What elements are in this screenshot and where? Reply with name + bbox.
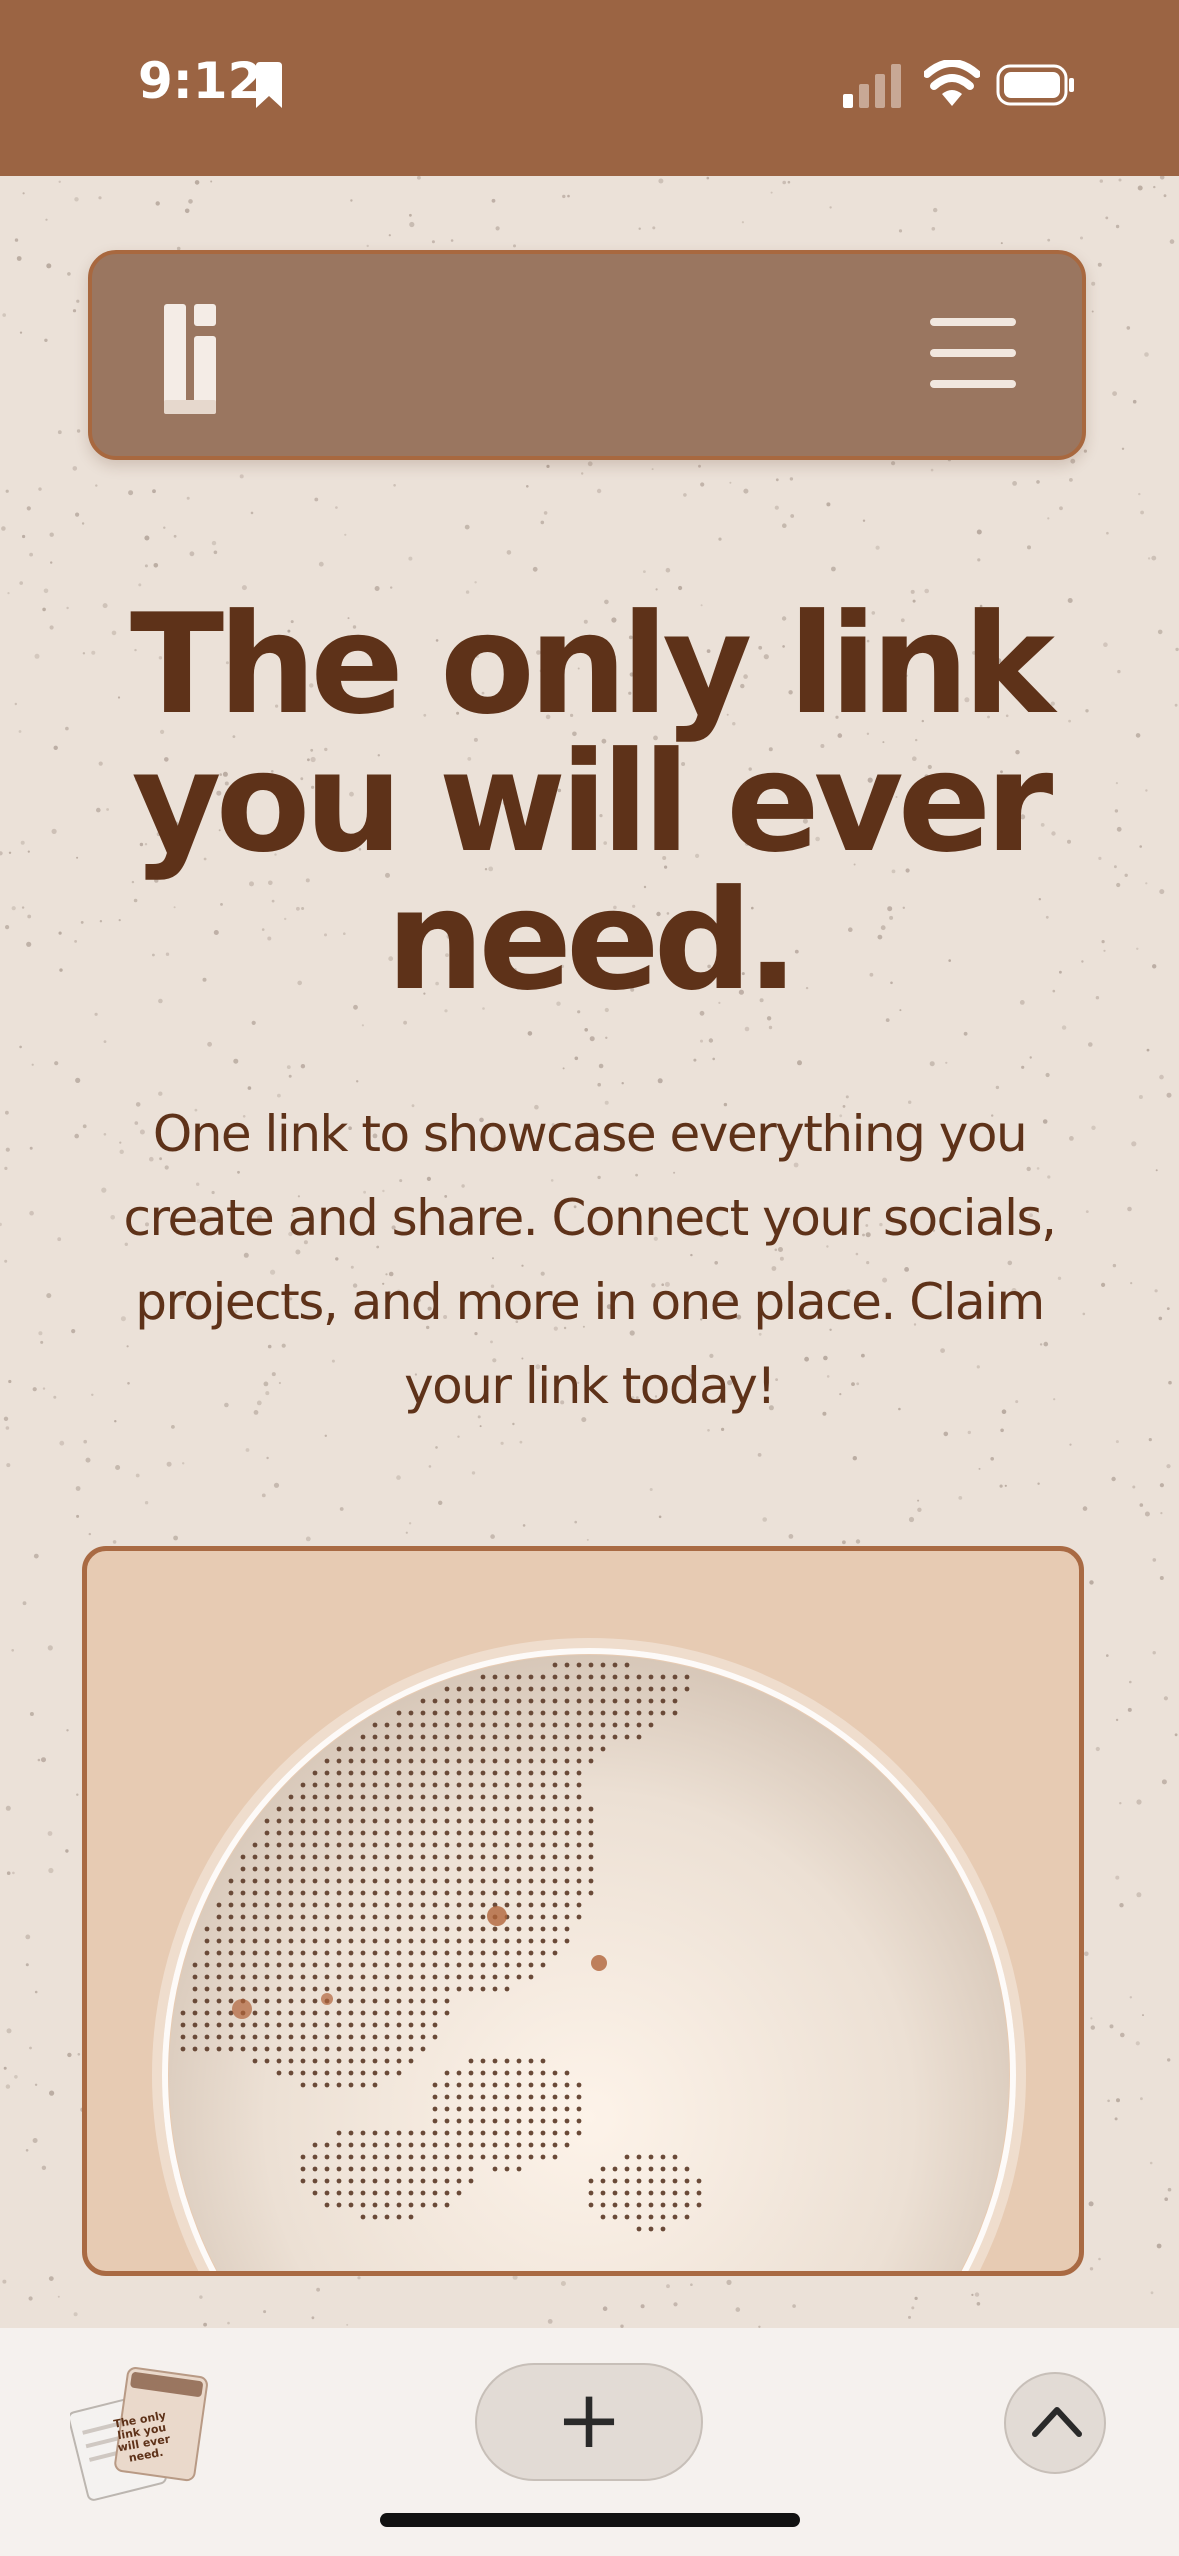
battery-icon [996,64,1074,106]
dotted-globe-illustration [152,1638,1026,2271]
home-indicator [380,2513,800,2527]
chevron-up-icon [1032,2407,1082,2437]
hero-subtitle: One link to showcase everything you crea… [123,1105,1057,1415]
bookmark-icon [256,62,282,108]
li-logo[interactable] [164,302,224,414]
new-tab-button[interactable]: + [475,2363,703,2481]
hero-title: The only link you will ever need. [130,584,1055,1021]
page-content: The only link you will ever need. One li… [0,176,1179,2328]
hamburger-menu-icon[interactable] [930,318,1016,388]
status-time: 9:12 [138,52,263,110]
cellular-signal-icon [843,64,901,108]
status-bar: 9:12 [0,0,1179,176]
scroll-to-top-button[interactable] [1004,2372,1106,2474]
globe-card [82,1546,1084,2276]
wifi-icon [924,60,980,106]
top-navbar [88,250,1086,460]
